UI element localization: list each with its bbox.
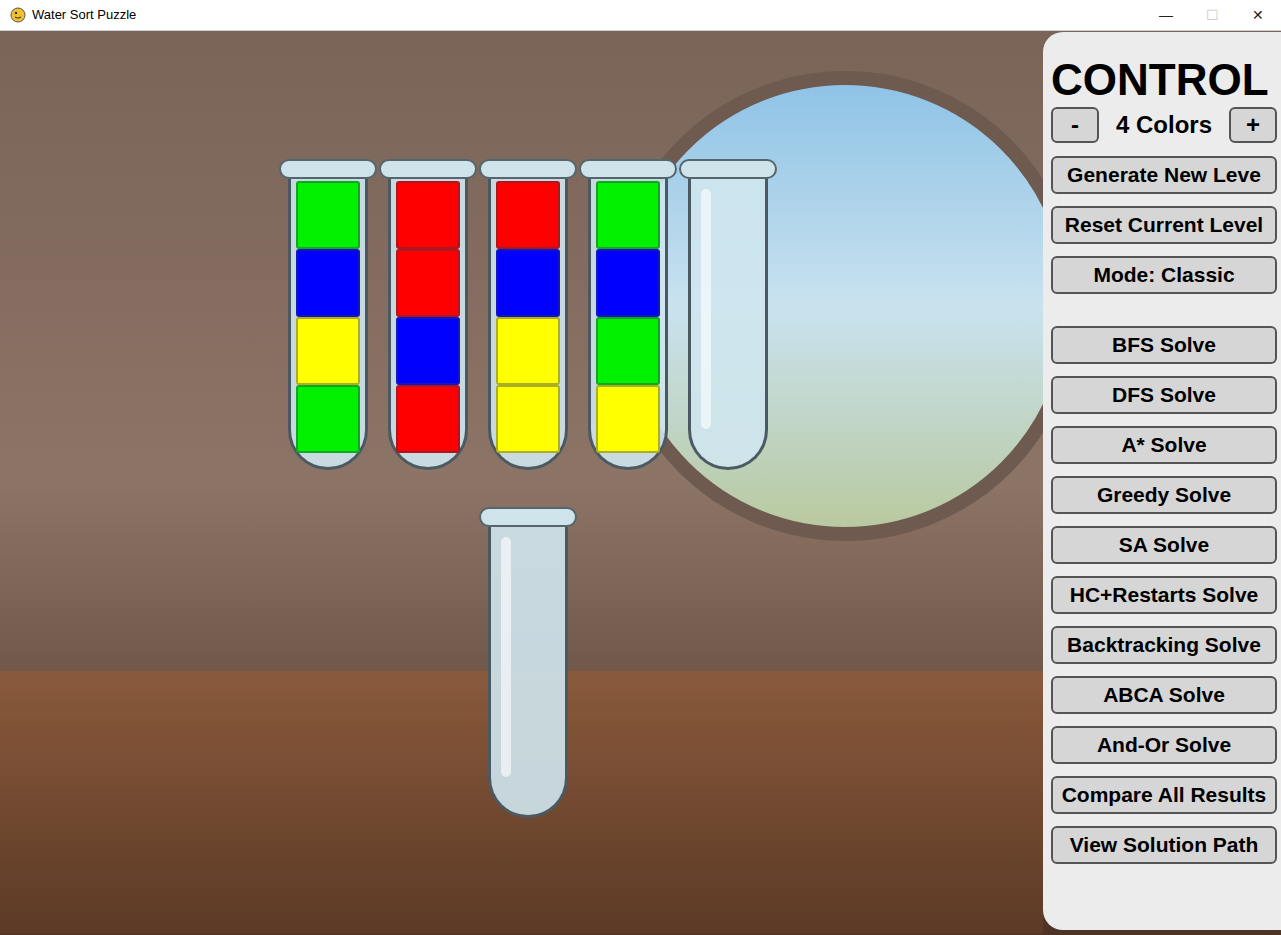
- tube-rim: [579, 159, 677, 179]
- button-label: Compare All Results: [1062, 779, 1267, 811]
- tube-row: [278, 507, 1043, 818]
- tube[interactable]: [378, 159, 478, 470]
- title-group: Water Sort Puzzle: [0, 5, 136, 25]
- close-button[interactable]: ✕: [1235, 0, 1281, 30]
- control-button[interactable]: Greedy Solve: [1051, 476, 1277, 514]
- tube-rim: [679, 159, 777, 179]
- tube[interactable]: [578, 159, 678, 470]
- tube-row: [278, 159, 1043, 470]
- title-bar: Water Sort Puzzle —☐✕: [0, 0, 1281, 31]
- control-button[interactable]: Compare All Results: [1051, 776, 1277, 814]
- tube[interactable]: [678, 159, 778, 470]
- tube-rim: [379, 159, 477, 179]
- liquid-layer: [296, 317, 360, 385]
- liquid-layer: [596, 385, 660, 453]
- button-label: And-Or Solve: [1097, 729, 1231, 761]
- control-button[interactable]: Reset Current Level: [1051, 206, 1277, 244]
- background-window: [610, 71, 1080, 541]
- liquid-layer: [296, 249, 360, 317]
- button-label: View Solution Path: [1070, 829, 1259, 861]
- tube-body: [688, 175, 768, 470]
- control-button[interactable]: Generate New Leve: [1051, 156, 1277, 194]
- liquid-layer: [296, 181, 360, 249]
- control-title: CONTROL: [1051, 54, 1277, 106]
- increase-colors-button[interactable]: +: [1229, 107, 1277, 143]
- button-label: Greedy Solve: [1097, 479, 1231, 511]
- liquid-layer: [596, 249, 660, 317]
- tube-rim: [479, 159, 577, 179]
- game-area: CONTROL-4 Colors + Generate New Leve Reset …: [0, 31, 1281, 935]
- color-stepper: -4 Colors +: [1051, 106, 1277, 144]
- tube-body: [488, 523, 568, 818]
- tube[interactable]: [478, 507, 578, 818]
- tube-shine: [701, 189, 711, 429]
- control-button[interactable]: SA Solve: [1051, 526, 1277, 564]
- maximize-button[interactable]: ☐: [1189, 0, 1235, 30]
- liquid-layer: [596, 317, 660, 385]
- liquid-layer: [496, 249, 560, 317]
- control-button[interactable]: A* Solve: [1051, 426, 1277, 464]
- control-button[interactable]: BFS Solve: [1051, 326, 1277, 364]
- control-button[interactable]: And-Or Solve: [1051, 726, 1277, 764]
- control-button[interactable]: HC+Restarts Solve: [1051, 576, 1277, 614]
- button-label: Mode: Classic: [1093, 259, 1234, 291]
- tube-body: [388, 175, 468, 470]
- tube-body: [288, 175, 368, 470]
- control-button[interactable]: ABCA Solve: [1051, 676, 1277, 714]
- control-button[interactable]: DFS Solve: [1051, 376, 1277, 414]
- colors-count: 4 Colors: [1116, 107, 1212, 143]
- button-group: Generate New Leve Reset Current Level Mode…: [1051, 156, 1277, 294]
- tube-body: [588, 175, 668, 470]
- tube-body: [488, 175, 568, 470]
- app-icon: [10, 7, 26, 23]
- button-label: DFS Solve: [1112, 379, 1216, 411]
- tube-shine: [501, 537, 511, 777]
- button-label: Reset Current Level: [1065, 209, 1263, 241]
- button-group: BFS Solve DFS Solve A* Solve Greedy Solve SA…: [1051, 326, 1277, 864]
- button-label: A* Solve: [1121, 429, 1206, 461]
- liquid-layer: [296, 385, 360, 453]
- control-button[interactable]: Mode: Classic: [1051, 256, 1277, 294]
- tube[interactable]: [478, 159, 578, 470]
- tube-rim: [479, 507, 577, 527]
- button-label: Generate New Leve: [1067, 159, 1261, 191]
- liquid-layer: [396, 317, 460, 385]
- window-title: Water Sort Puzzle: [32, 5, 136, 25]
- liquid-layer: [496, 317, 560, 385]
- tube[interactable]: [278, 159, 378, 470]
- window-controls: —☐✕: [1143, 0, 1281, 30]
- liquid-layer: [396, 385, 460, 453]
- tube-rim: [279, 159, 377, 179]
- liquid-layer: [396, 181, 460, 249]
- minimize-button[interactable]: —: [1143, 0, 1189, 30]
- button-label: HC+Restarts Solve: [1070, 579, 1259, 611]
- board: [0, 31, 1043, 935]
- button-label: BFS Solve: [1112, 329, 1216, 361]
- button-label: SA Solve: [1119, 529, 1209, 561]
- liquid-layer: [396, 249, 460, 317]
- control-button[interactable]: Backtracking Solve: [1051, 626, 1277, 664]
- liquid-layer: [496, 181, 560, 249]
- control-button: View Solution Path: [1051, 826, 1277, 864]
- button-label: ABCA Solve: [1103, 679, 1225, 711]
- button-label: Backtracking Solve: [1067, 629, 1261, 661]
- liquid-layer: [596, 181, 660, 249]
- liquid-layer: [496, 385, 560, 453]
- control-panel: CONTROL-4 Colors + Generate New Leve Reset …: [1043, 32, 1281, 930]
- decrease-colors-button[interactable]: -: [1051, 107, 1099, 143]
